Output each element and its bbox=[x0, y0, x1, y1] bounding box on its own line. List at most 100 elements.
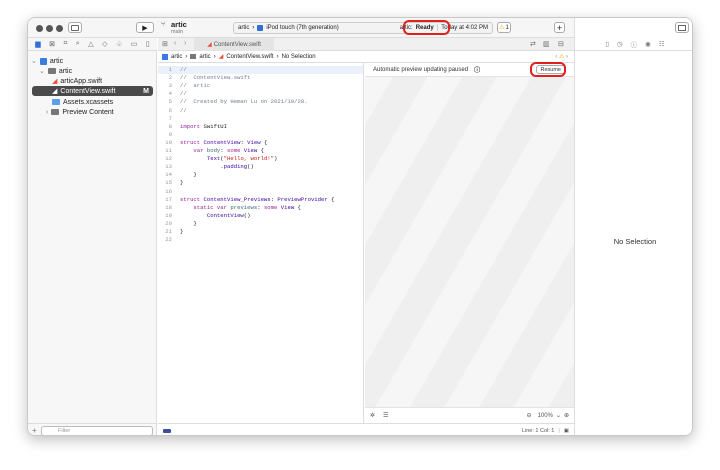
add-button[interactable]: + bbox=[554, 22, 565, 33]
swift-icon: ◢ bbox=[207, 42, 212, 48]
code-line[interactable]: 10 struct ContentView: View { bbox=[158, 139, 363, 147]
code-line[interactable]: 2 // ContentView.swift bbox=[158, 74, 363, 82]
code-line[interactable]: 17 struct ContentView_Previews: PreviewPr… bbox=[158, 196, 363, 204]
code-token: () bbox=[243, 211, 251, 219]
refresh-icon[interactable]: ⇄ bbox=[530, 40, 536, 48]
code-line[interactable]: 13 .padding() bbox=[158, 163, 363, 171]
forward-icon[interactable]: › bbox=[184, 40, 186, 47]
line-number: 10 bbox=[165, 138, 172, 146]
grid-icon[interactable]: ⊞ bbox=[162, 40, 168, 48]
sidebar-toggle-button[interactable] bbox=[68, 22, 82, 33]
inspector-toggle-button[interactable] bbox=[675, 22, 689, 33]
tree-label: Preview Content bbox=[62, 108, 114, 116]
line-number: 22 bbox=[165, 236, 172, 244]
test-icon[interactable]: ◇ bbox=[102, 40, 107, 48]
code-line[interactable]: 4 // bbox=[158, 90, 363, 98]
variants-icon[interactable]: ☰ bbox=[383, 412, 388, 419]
no-selection-label: No Selection bbox=[613, 237, 657, 246]
debug-icon[interactable]: ♧ bbox=[116, 40, 122, 48]
assets-icon bbox=[52, 99, 60, 105]
zoom-in-icon[interactable]: ⊕ bbox=[564, 412, 569, 419]
code-line[interactable]: 21} bbox=[158, 228, 363, 236]
line-number: 19 bbox=[165, 211, 172, 219]
panel-toggle-icon[interactable]: ▣ bbox=[564, 428, 569, 434]
filter-input[interactable]: Filter bbox=[41, 426, 153, 435]
line-number: 5 bbox=[168, 98, 172, 106]
attributes-icon[interactable]: ☷ bbox=[659, 40, 665, 48]
tree-item-group[interactable]: ⌄ artic bbox=[39, 66, 72, 76]
play-icon: ▶ bbox=[142, 24, 148, 32]
editor-status-bar: Line: 1 Col: 1 | ▣ bbox=[158, 423, 574, 435]
code-line[interactable]: 1 // bbox=[158, 66, 363, 75]
device-selector[interactable]: iPod touch (7th generation) bbox=[266, 25, 338, 31]
help-icon[interactable]: ⓘ bbox=[631, 39, 638, 49]
identity-icon[interactable]: ◉ bbox=[645, 40, 651, 48]
swift-icon: ◢ bbox=[218, 54, 224, 60]
line-number: 7 bbox=[168, 114, 172, 122]
search-icon[interactable]: ⌕ bbox=[76, 40, 80, 48]
code-line[interactable]: 20 } bbox=[158, 220, 363, 228]
code-token: : bbox=[220, 147, 228, 154]
code-line[interactable]: 6 // bbox=[158, 107, 363, 115]
jump-bar: artic › artic › ◢ ContentView.swift › No Sel… bbox=[158, 51, 574, 63]
code-line[interactable]: 8 import SwiftUI bbox=[158, 123, 363, 131]
code-line[interactable]: 14 } bbox=[158, 171, 363, 179]
report-icon[interactable]: ▯ bbox=[146, 40, 150, 48]
back-icon[interactable]: ‹ bbox=[174, 40, 176, 47]
warnings-badge[interactable]: ⚠ 1 bbox=[497, 22, 511, 33]
code-token: previews bbox=[227, 203, 258, 211]
jump-item[interactable]: artic bbox=[199, 54, 210, 60]
code-token: { bbox=[294, 203, 301, 211]
info-icon[interactable]: ⓘ bbox=[474, 65, 480, 74]
jump-item[interactable]: ContentView.swift bbox=[226, 54, 273, 60]
code-line[interactable]: 11 var body: some View { bbox=[158, 147, 363, 155]
zoom-button[interactable] bbox=[56, 25, 63, 32]
run-button[interactable]: ▶ bbox=[136, 22, 154, 33]
jump-item[interactable]: artic bbox=[171, 54, 182, 60]
tree-item-file[interactable]: ◢ articApp.swift bbox=[52, 76, 102, 86]
project-name: artic bbox=[171, 20, 187, 29]
tree-item-preview-content[interactable]: › Preview Content bbox=[46, 107, 114, 117]
issue-navigation[interactable]: ‹ ⚠ › bbox=[555, 53, 568, 60]
tree-item-project[interactable]: ⌄ artic bbox=[31, 56, 63, 66]
inspector: ▯ ◷ ⓘ ◉ ☷ No Selection bbox=[574, 18, 692, 435]
line-number: 16 bbox=[165, 187, 172, 195]
split-editor-icon[interactable]: ⊟ bbox=[558, 40, 564, 48]
code-token: ContentView bbox=[200, 138, 241, 146]
issue-icon[interactable]: △ bbox=[88, 40, 93, 48]
symbol-icon[interactable]: ⌗ bbox=[63, 40, 67, 48]
jump-item[interactable]: No Selection bbox=[282, 54, 316, 60]
scheme-selector[interactable]: artic bbox=[238, 25, 249, 31]
code-line[interactable]: 9 bbox=[158, 131, 363, 139]
zoom-out-icon[interactable]: ⊖ bbox=[527, 412, 532, 419]
code-line[interactable]: 16 bbox=[158, 188, 363, 196]
close-button[interactable] bbox=[36, 25, 43, 32]
project-icon bbox=[162, 53, 168, 60]
swift-icon: ◢ bbox=[52, 88, 58, 95]
line-number: 6 bbox=[168, 106, 172, 114]
code-editor[interactable]: 1 // 2 // ContentView.swift 3 // artic 4 // 5 // … bbox=[158, 63, 364, 423]
code-line[interactable]: 3 // artic bbox=[158, 82, 363, 90]
inspector-tabs: ▯ ◷ ⓘ ◉ ☷ bbox=[575, 38, 692, 51]
code-line[interactable]: 18 static var previews: some View { bbox=[158, 204, 363, 212]
pin-icon[interactable]: ✲ bbox=[370, 412, 375, 419]
tree-item-assets[interactable]: Assets.xcassets bbox=[52, 97, 113, 107]
code-line[interactable]: 15} bbox=[158, 179, 363, 187]
code-line[interactable]: 7 bbox=[158, 115, 363, 123]
code-line[interactable]: 19 ContentView() bbox=[158, 212, 363, 220]
add-icon[interactable]: + bbox=[32, 426, 37, 435]
minimize-button[interactable] bbox=[46, 25, 53, 32]
code-line[interactable]: 5 // Created by Heman Lu on 2021/10/28. bbox=[158, 98, 363, 106]
editor-options-icon[interactable]: ▥ bbox=[543, 40, 550, 48]
code-line[interactable]: 22 bbox=[158, 236, 363, 244]
zoom-level[interactable]: 100% bbox=[538, 413, 553, 419]
tab-contentview[interactable]: ◢ ContentView.swift bbox=[194, 38, 274, 51]
debug-area-icon[interactable] bbox=[163, 428, 171, 433]
folder-icon[interactable]: ▆ bbox=[35, 40, 40, 48]
code-line[interactable]: 12 Text("Hello, world!") bbox=[158, 155, 363, 163]
source-control-icon[interactable]: ⊠ bbox=[49, 40, 55, 48]
breakpoint-icon[interactable]: ▭ bbox=[131, 40, 138, 48]
tree-item-file-selected[interactable]: ◢ ContentView.swift M bbox=[32, 86, 153, 96]
history-icon[interactable]: ◷ bbox=[617, 40, 623, 48]
file-icon[interactable]: ▯ bbox=[605, 40, 609, 48]
